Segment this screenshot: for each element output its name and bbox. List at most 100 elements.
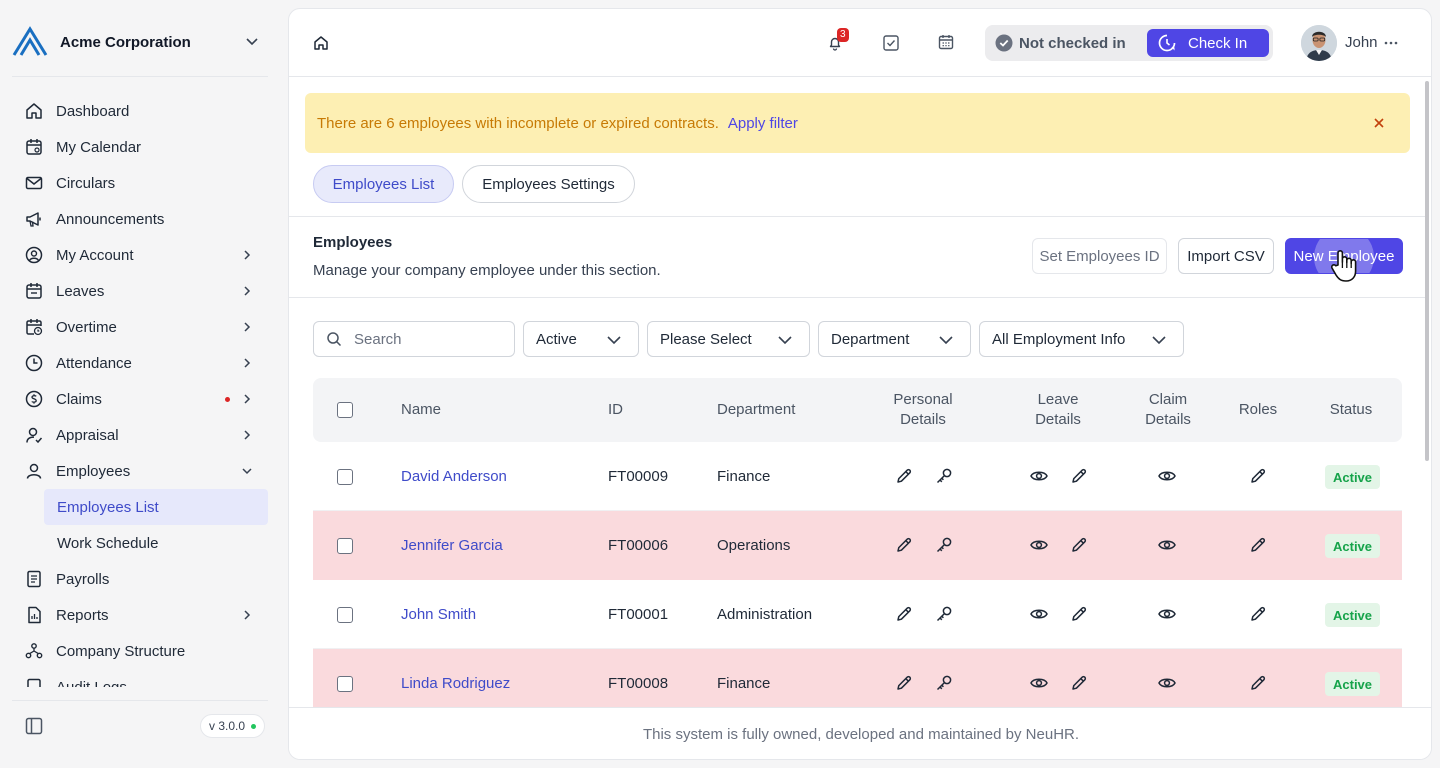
search-icon bbox=[326, 331, 342, 347]
select-all-checkbox[interactable] bbox=[337, 402, 353, 418]
org-name: Acme Corporation bbox=[60, 33, 191, 51]
task-check-icon[interactable] bbox=[882, 34, 900, 52]
row-checkbox[interactable] bbox=[337, 468, 353, 485]
view-eye-icon[interactable] bbox=[1158, 674, 1176, 692]
view-eye-icon[interactable] bbox=[1158, 605, 1176, 623]
avatar[interactable] bbox=[1301, 25, 1337, 61]
home-icon[interactable] bbox=[313, 35, 329, 51]
edit-pencil-icon[interactable] bbox=[895, 674, 913, 692]
sidebar-item-circulars[interactable]: Circulars bbox=[12, 165, 268, 201]
company-logo-icon bbox=[12, 26, 48, 58]
employee-name-link[interactable]: Jennifer Garcia bbox=[401, 511, 503, 580]
calendar-icon[interactable] bbox=[938, 34, 954, 50]
row-checkbox[interactable] bbox=[337, 537, 353, 554]
import-csv-button[interactable]: Import CSV bbox=[1178, 238, 1274, 274]
search-field[interactable] bbox=[313, 321, 515, 357]
log-icon bbox=[24, 677, 44, 687]
sidebar-item-audit-logs[interactable]: Audit Logs bbox=[12, 669, 268, 687]
org-switcher[interactable]: Acme Corporation bbox=[12, 24, 268, 60]
sidebar-collapse-icon[interactable] bbox=[25, 717, 43, 735]
header-name[interactable]: Name bbox=[401, 378, 521, 442]
view-eye-icon[interactable] bbox=[1030, 605, 1048, 623]
version-text: v 3.0.0 bbox=[209, 719, 246, 733]
section-description: Manage your company employee under this … bbox=[313, 262, 661, 279]
employee-name-link[interactable]: Linda Rodriguez bbox=[401, 649, 510, 708]
department-select[interactable]: Department bbox=[818, 321, 971, 357]
edit-pencil-icon[interactable] bbox=[1249, 674, 1267, 692]
scrollbar[interactable] bbox=[1425, 81, 1429, 461]
view-eye-icon[interactable] bbox=[1158, 536, 1176, 554]
edit-pencil-icon[interactable] bbox=[1249, 467, 1267, 485]
edit-pencil-icon[interactable] bbox=[1070, 605, 1088, 623]
edit-pencil-icon[interactable] bbox=[895, 536, 913, 554]
header-id[interactable]: ID bbox=[608, 378, 668, 442]
row-checkbox[interactable] bbox=[337, 606, 353, 623]
chevron-right-icon bbox=[240, 392, 254, 406]
key-icon[interactable] bbox=[935, 467, 953, 485]
sidebar: Acme Corporation Dashboard My Calendar C… bbox=[0, 0, 280, 768]
sidebar-item-appraisal[interactable]: Appraisal bbox=[12, 417, 268, 453]
apply-filter-link[interactable]: Apply filter bbox=[728, 115, 798, 132]
table-row[interactable]: Jennifer Garcia FT00006 Operations Activ… bbox=[313, 511, 1402, 580]
view-eye-icon[interactable] bbox=[1030, 467, 1048, 485]
edit-pencil-icon[interactable] bbox=[1070, 536, 1088, 554]
sidebar-item-claims[interactable]: Claims bbox=[12, 381, 268, 417]
edit-pencil-icon[interactable] bbox=[1249, 536, 1267, 554]
row-checkbox[interactable] bbox=[337, 675, 353, 692]
header-department[interactable]: Department bbox=[717, 378, 837, 442]
sidebar-item-my-account[interactable]: My Account bbox=[12, 237, 268, 273]
sidebar-item-reports[interactable]: Reports bbox=[12, 597, 268, 633]
table-row[interactable]: David Anderson FT00009 Finance Active bbox=[313, 442, 1402, 511]
row-checkbox-cell bbox=[337, 649, 353, 708]
employee-name-link[interactable]: David Anderson bbox=[401, 442, 507, 511]
edit-pencil-icon[interactable] bbox=[895, 605, 913, 623]
sidebar-item-label: Payrolls bbox=[56, 570, 110, 588]
sidebar-item-company-structure[interactable]: Company Structure bbox=[12, 633, 268, 669]
view-eye-icon[interactable] bbox=[1030, 674, 1048, 692]
key-icon[interactable] bbox=[935, 536, 953, 554]
edit-pencil-icon[interactable] bbox=[1249, 605, 1267, 623]
table-header: Name ID Department Personal Details Leav… bbox=[313, 378, 1402, 442]
sidebar-item-leaves[interactable]: Leaves bbox=[12, 273, 268, 309]
tab-employees-list[interactable]: Employees List bbox=[313, 165, 454, 203]
chevron-down-icon bbox=[938, 333, 954, 347]
sidebar-item-overtime[interactable]: Overtime bbox=[12, 309, 268, 345]
sidebar-item-dashboard[interactable]: Dashboard bbox=[12, 93, 268, 129]
sidebar-item-label: Circulars bbox=[56, 174, 116, 192]
tab-employees-settings[interactable]: Employees Settings bbox=[462, 165, 635, 203]
table-row[interactable]: John Smith FT00001 Administration Active bbox=[313, 580, 1402, 649]
table-row[interactable]: Linda Rodriguez FT00008 Finance Active bbox=[313, 649, 1402, 708]
status-select-value: Active bbox=[536, 330, 577, 348]
key-icon[interactable] bbox=[935, 674, 953, 692]
notification-dot bbox=[225, 397, 230, 402]
department-select-value: Department bbox=[831, 330, 910, 348]
employee-name-link[interactable]: John Smith bbox=[401, 580, 476, 649]
alert-text: There are 6 employees with incomplete or… bbox=[317, 114, 719, 132]
set-employees-id-button[interactable]: Set Employees ID bbox=[1032, 238, 1167, 274]
user-name[interactable]: John bbox=[1345, 34, 1378, 51]
please-select-dropdown[interactable]: Please Select bbox=[647, 321, 810, 357]
edit-pencil-icon[interactable] bbox=[1070, 467, 1088, 485]
edit-pencil-icon[interactable] bbox=[1070, 674, 1088, 692]
key-icon[interactable] bbox=[935, 605, 953, 623]
search-input[interactable] bbox=[354, 330, 504, 348]
view-eye-icon[interactable] bbox=[1158, 467, 1176, 485]
view-eye-icon[interactable] bbox=[1030, 536, 1048, 554]
more-options-icon[interactable] bbox=[1383, 35, 1399, 51]
sidebar-item-my-calendar[interactable]: My Calendar bbox=[12, 129, 268, 165]
sidebar-item-announcements[interactable]: Announcements bbox=[12, 201, 268, 237]
employee-id: FT00008 bbox=[608, 675, 669, 692]
check-in-button[interactable]: Check In bbox=[1147, 29, 1269, 57]
close-icon[interactable] bbox=[1372, 116, 1386, 130]
status-select[interactable]: Active bbox=[523, 321, 639, 357]
sidebar-item-payrolls[interactable]: Payrolls bbox=[12, 561, 268, 597]
sidebar-item-employees[interactable]: Employees bbox=[12, 453, 268, 489]
status-badge: Active bbox=[1325, 465, 1381, 489]
employee-id: FT00006 bbox=[608, 537, 669, 554]
chevron-down-icon[interactable] bbox=[244, 33, 260, 49]
sidebar-subitem-work-schedule[interactable]: Work Schedule bbox=[44, 525, 268, 561]
sidebar-subitem-employees-list[interactable]: Employees List bbox=[44, 489, 268, 525]
edit-pencil-icon[interactable] bbox=[895, 467, 913, 485]
employment-info-select[interactable]: All Employment Info bbox=[979, 321, 1184, 357]
sidebar-item-attendance[interactable]: Attendance bbox=[12, 345, 268, 381]
